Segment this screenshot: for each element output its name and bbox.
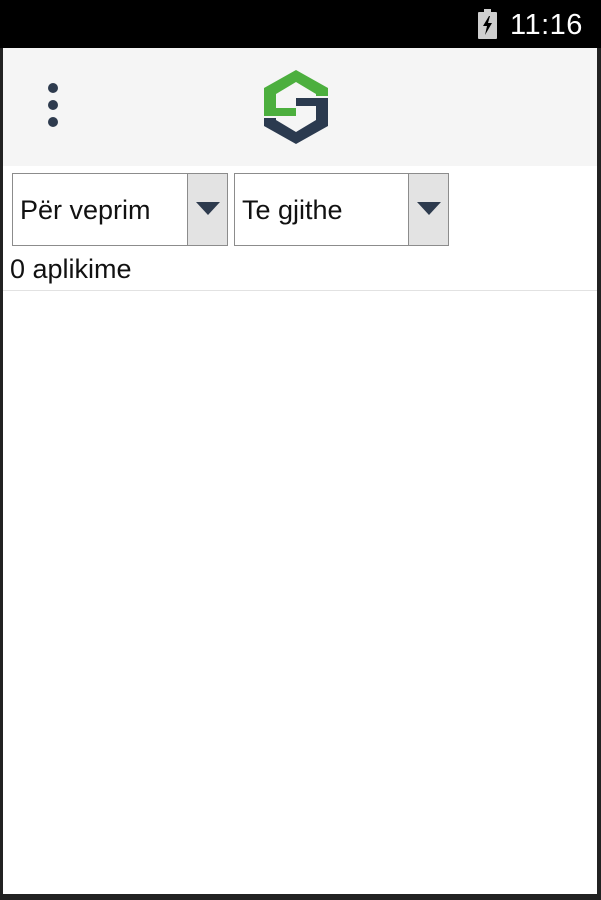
device-frame: 11:16 Për veprim Te gjithe 0 aplikime [0,0,601,900]
overflow-menu-button[interactable] [37,78,69,134]
scope-filter-value: Te gjithe [242,195,343,225]
status-filter-dropdown[interactable]: Për veprim [12,173,228,246]
results-count: 0 aplikime [10,254,132,284]
status-filter-toggle[interactable] [187,174,227,245]
chevron-down-icon [196,202,220,215]
battery-charging-icon [478,9,497,39]
applications-list[interactable] [3,291,597,894]
clock: 11:16 [510,9,583,41]
chevron-down-icon [417,202,441,215]
s-hexagon-logo [264,70,328,144]
status-filter-value: Për veprim [20,195,151,225]
app-screen: Për veprim Te gjithe 0 aplikime [3,48,597,894]
app-bar [3,48,597,166]
scope-filter-dropdown[interactable]: Te gjithe [234,173,449,246]
status-bar: 11:16 [0,0,601,48]
overflow-menu-icon [48,83,58,127]
scope-filter-toggle[interactable] [408,174,448,245]
